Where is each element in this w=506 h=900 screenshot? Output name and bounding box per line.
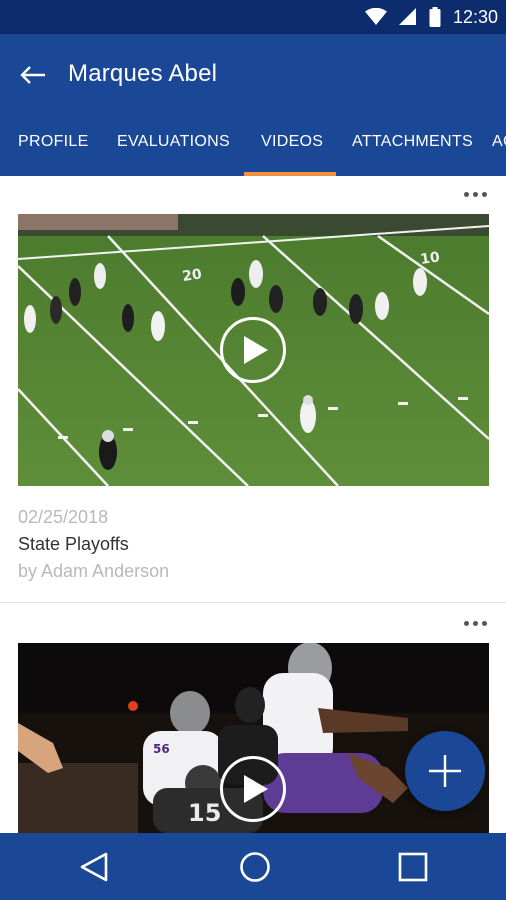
system-nav-bar bbox=[0, 833, 506, 900]
signal-icon bbox=[398, 8, 416, 25]
status-icons: 12:30 bbox=[364, 0, 498, 34]
square-recents-icon bbox=[398, 852, 428, 882]
video-date: 02/25/2018 bbox=[18, 507, 109, 527]
video-title[interactable]: State Playoffs bbox=[18, 534, 129, 555]
tab-profile[interactable]: PROFILE bbox=[18, 116, 89, 172]
wifi-icon bbox=[364, 8, 387, 25]
page-title: Marques Abel bbox=[68, 60, 218, 87]
video-menu-button[interactable] bbox=[460, 613, 490, 633]
jersey-number-56: 56 bbox=[153, 742, 170, 756]
tab-attachments[interactable]: ATTACHMENTS bbox=[352, 116, 473, 172]
tab-evaluations[interactable]: EVALUATIONS bbox=[117, 116, 230, 172]
plus-icon bbox=[429, 755, 461, 787]
status-time: 12:30 bbox=[452, 6, 498, 27]
status-bar: 12:30 bbox=[0, 0, 506, 34]
play-button[interactable] bbox=[220, 756, 286, 822]
more-horizontal-icon bbox=[463, 191, 469, 197]
jersey-number-15: 15 bbox=[188, 799, 221, 827]
tab-videos[interactable]: VIDEOS bbox=[261, 116, 323, 172]
video-thumbnail[interactable]: 20 10 bbox=[18, 214, 489, 486]
circle-home-icon bbox=[240, 852, 270, 882]
video-author: by Adam Anderson bbox=[18, 561, 170, 581]
field-number-20: 20 bbox=[181, 266, 203, 285]
field-number-10: 10 bbox=[419, 249, 441, 268]
back-button[interactable] bbox=[16, 58, 50, 92]
triangle-back-icon bbox=[80, 852, 108, 882]
app-bar: Marques Abel bbox=[0, 34, 506, 116]
play-icon bbox=[244, 775, 268, 803]
tab-more[interactable]: AC bbox=[492, 116, 506, 172]
nav-home-button[interactable] bbox=[235, 847, 275, 887]
play-button[interactable] bbox=[220, 317, 286, 383]
video-menu-button[interactable] bbox=[460, 184, 490, 204]
add-video-button[interactable] bbox=[405, 731, 485, 811]
battery-icon bbox=[429, 7, 441, 27]
card-divider bbox=[0, 602, 506, 603]
more-horizontal-icon bbox=[463, 620, 469, 626]
nav-recents-button[interactable] bbox=[393, 847, 433, 887]
play-icon bbox=[244, 336, 268, 364]
active-tab-indicator bbox=[244, 172, 336, 176]
nav-back-button[interactable] bbox=[74, 847, 114, 887]
video-thumbnail[interactable]: 56 15 bbox=[18, 643, 489, 833]
tab-bar: PROFILE EVALUATIONS VIDEOS ATTACHMENTS A… bbox=[0, 116, 506, 176]
arrow-left-icon bbox=[20, 66, 45, 84]
